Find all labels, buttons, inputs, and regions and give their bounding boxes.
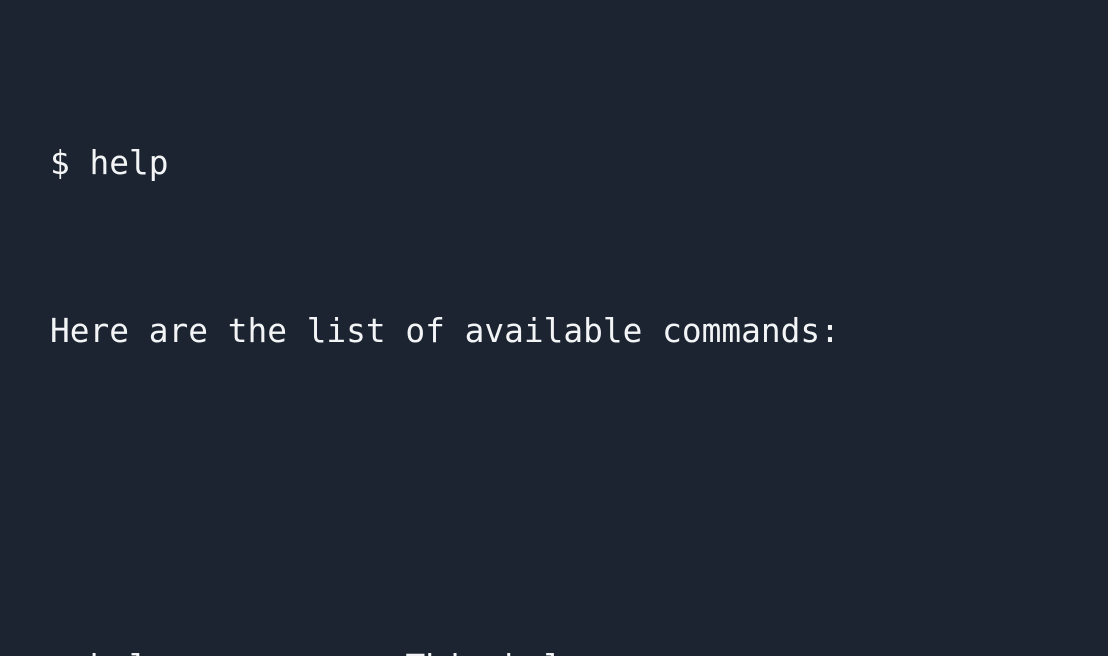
column-gap (188, 648, 405, 656)
entered-command: help (89, 144, 169, 182)
blank-line-top (50, 478, 1108, 520)
command-name: help: (90, 648, 189, 656)
prompt-symbol: $ (50, 144, 70, 182)
command-description: This help message (405, 648, 741, 656)
terminal-window[interactable]: $ help Here are the list of available co… (0, 0, 1108, 656)
terminal-output: $ help Here are the list of available co… (50, 16, 1108, 656)
help-header-line: Here are the list of available commands: (50, 312, 840, 350)
command-row[interactable]: help: This help message (50, 646, 1108, 656)
row-indent (50, 648, 90, 656)
space-separator (70, 144, 90, 182)
command-echo-line: $ help (50, 142, 1108, 184)
